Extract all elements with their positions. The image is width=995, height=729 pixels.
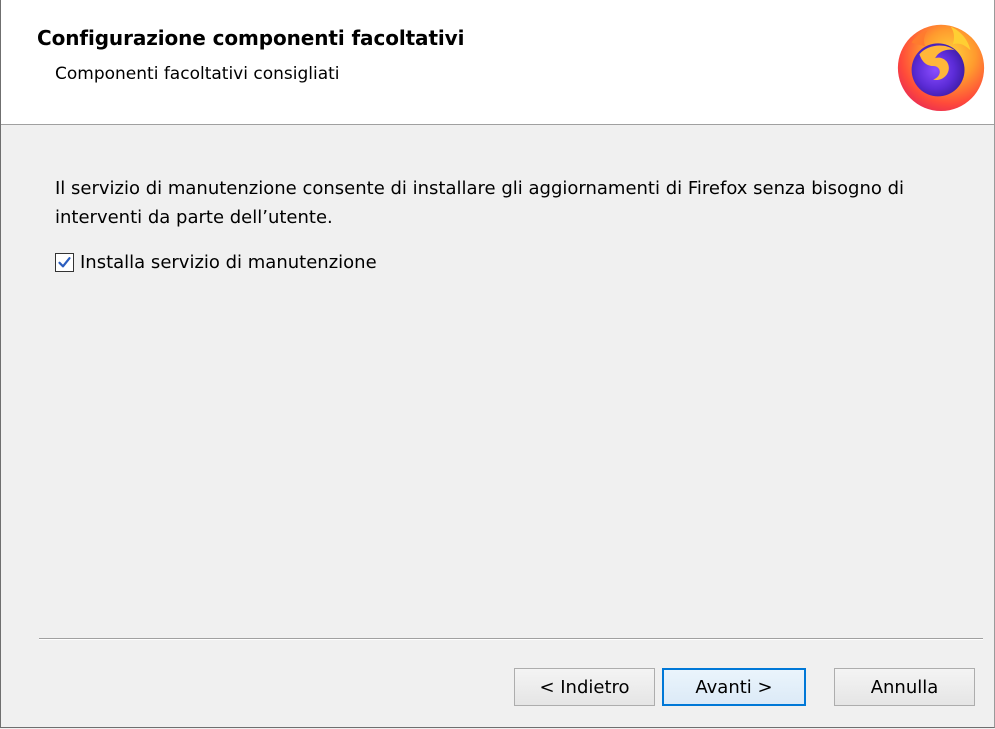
maintenance-service-label[interactable]: Installa servizio di manutenzione <box>80 252 377 273</box>
cancel-button[interactable]: Annulla <box>834 668 975 706</box>
maintenance-service-option[interactable]: Installa servizio di manutenzione <box>55 249 377 275</box>
page-subtitle: Componenti facoltativi consigliati <box>55 64 340 84</box>
footer-separator <box>39 638 983 640</box>
header-banner: Configurazione componenti facoltativi Co… <box>1 0 994 125</box>
checkmark-icon <box>58 256 71 267</box>
maintenance-service-checkbox[interactable] <box>55 252 74 272</box>
back-button[interactable]: < Indietro <box>514 668 655 706</box>
next-button[interactable]: Avanti > <box>662 668 806 706</box>
installer-window: Configurazione componenti facoltativi Co… <box>0 0 995 728</box>
description-text: Il servizio di manutenzione consente di … <box>55 178 905 228</box>
firefox-logo-icon <box>897 24 985 112</box>
page-title: Configurazione componenti facoltativi <box>37 26 465 50</box>
